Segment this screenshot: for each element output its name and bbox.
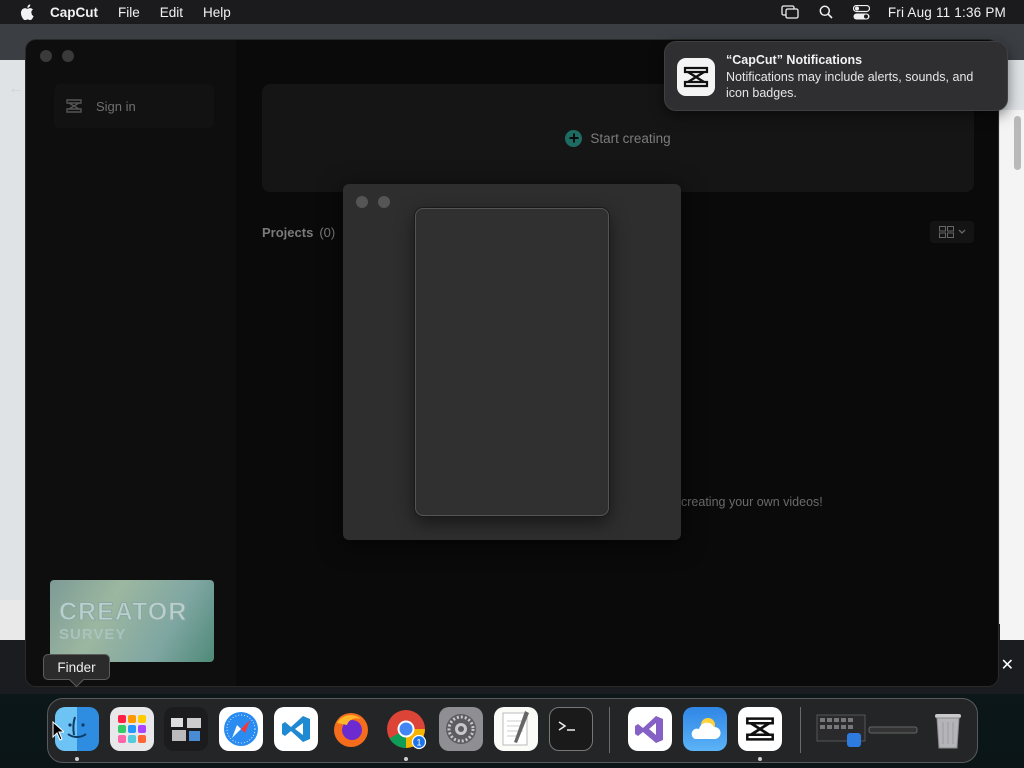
dialog-card	[415, 208, 609, 516]
mouse-cursor-icon	[52, 721, 64, 741]
empty-projects-message: creating your own videos!	[681, 495, 823, 509]
survey-title: CREATOR	[58, 598, 188, 627]
textedit-icon[interactable]	[494, 707, 538, 751]
vscode-icon[interactable]	[274, 707, 318, 751]
dialog-close-button[interactable]	[356, 196, 368, 208]
trash-icon[interactable]	[926, 707, 970, 751]
menu-file[interactable]: File	[118, 5, 140, 20]
menubar-clock[interactable]: Fri Aug 11 1:36 PM	[888, 5, 1006, 20]
plus-icon	[565, 129, 583, 147]
weather-icon[interactable]	[683, 707, 727, 751]
menu-edit[interactable]: Edit	[160, 5, 183, 20]
control-center-icon[interactable]	[852, 4, 872, 20]
menu-app-name[interactable]: CapCut	[50, 5, 98, 20]
projects-count: (0)	[319, 225, 336, 240]
grid-view-icon	[938, 226, 954, 238]
dialog-minimize-button[interactable]	[378, 196, 390, 208]
dock-tooltip: Finder	[43, 654, 110, 680]
chrome-update-badge: 1	[416, 738, 421, 748]
close-icon[interactable]: ✕	[1001, 655, 1014, 675]
menu-bar: CapCut File Edit Help Fri Aug 11 1:36 PM	[0, 0, 1024, 24]
launchpad-icon[interactable]	[110, 707, 154, 751]
back-arrow-icon[interactable]: ←	[8, 80, 24, 98]
visual-studio-icon[interactable]	[628, 707, 672, 751]
apple-logo-icon[interactable]	[20, 4, 34, 20]
creator-survey-banner[interactable]: CREATOR SURVEY	[50, 580, 214, 662]
notification-banner[interactable]: “CapCut” Notifications Notifications may…	[664, 41, 1008, 111]
notification-body: Notifications may include alerts, sounds…	[726, 70, 974, 100]
view-mode-toggle[interactable]	[930, 221, 974, 243]
close-window-button[interactable]	[40, 50, 52, 62]
loading-dialog-window	[343, 184, 681, 540]
mission-control-icon[interactable]	[164, 707, 208, 751]
chrome-icon[interactable]: 1	[384, 707, 428, 751]
minimize-window-button[interactable]	[62, 50, 74, 62]
capcut-icon[interactable]	[738, 707, 782, 751]
spotlight-search-icon[interactable]	[816, 4, 836, 20]
projects-heading: Projects (0)	[262, 225, 335, 240]
capcut-app-icon	[677, 58, 715, 96]
screen-mirroring-icon[interactable]	[780, 4, 800, 20]
survey-subtitle: SURVEY	[59, 626, 127, 643]
terminal-icon[interactable]	[549, 707, 593, 751]
system-settings-icon[interactable]	[439, 707, 483, 751]
sign-in-button[interactable]: Sign in	[54, 84, 214, 128]
menu-help[interactable]: Help	[203, 5, 231, 20]
safari-icon[interactable]	[219, 707, 263, 751]
scrollbar[interactable]	[1000, 110, 1024, 640]
projects-label: Projects	[262, 225, 314, 240]
dock: 1	[47, 698, 978, 763]
dialog-window-controls	[356, 196, 390, 208]
chevron-down-icon	[958, 229, 965, 234]
notification-title: “CapCut” Notifications	[726, 53, 863, 67]
firefox-icon[interactable]	[329, 707, 373, 751]
window-controls	[40, 50, 74, 62]
capcut-logo-icon	[66, 99, 82, 113]
downloads-stack-icon[interactable]	[814, 707, 922, 751]
sign-in-label: Sign in	[96, 98, 136, 114]
start-creating-label: Start creating	[590, 130, 671, 146]
